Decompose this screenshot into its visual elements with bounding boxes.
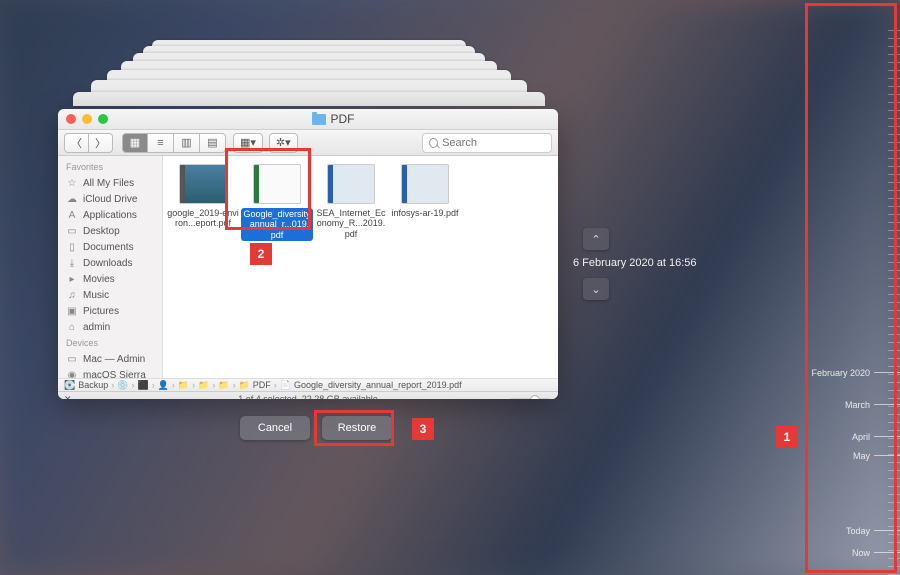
file-label: SEA_Internet_Economy_R...2019.pdf xyxy=(315,208,387,239)
file-thumb xyxy=(327,164,375,204)
sidebar-item-applications[interactable]: AApplications xyxy=(58,207,162,223)
cancel-button[interactable]: Cancel xyxy=(240,416,310,440)
disk-icon: 💽 xyxy=(64,380,75,391)
path-folder-icon[interactable]: 📁 xyxy=(218,380,229,391)
sidebar-item-admin[interactable]: ⌂admin xyxy=(58,319,162,335)
documents-icon: ▯ xyxy=(66,241,78,253)
arrange-button[interactable]: ▦▾ xyxy=(233,133,263,153)
status-bar: ✕ 1 of 4 selected, 22,28 GB available xyxy=(58,391,558,399)
timeline-label[interactable]: Now xyxy=(852,548,870,558)
path-folder-icon[interactable]: 📁 xyxy=(178,380,189,391)
annotation-num-3: 3 xyxy=(412,418,434,440)
timeline-down-button[interactable]: ⌄ xyxy=(583,278,609,300)
star-icon: ☆ xyxy=(66,177,78,189)
file-item-selected[interactable]: Google_diversity_annual_r...019.pdf xyxy=(241,164,313,241)
sidebar-item-all-my-files[interactable]: ☆All My Files xyxy=(58,175,162,191)
file-thumb xyxy=(401,164,449,204)
annotation-num-1: 1 xyxy=(776,426,798,448)
path-segment[interactable]: Google_diversity_annual_report_2019.pdf xyxy=(294,380,462,390)
search-box[interactable] xyxy=(422,133,552,153)
desktop-icon: ▭ xyxy=(66,225,78,237)
folder-icon xyxy=(312,114,326,125)
path-disk-icon[interactable]: 💿 xyxy=(117,380,128,391)
view-switcher: ▦ ≡ ▥ ▤ xyxy=(122,133,226,153)
home-icon: ⌂ xyxy=(66,321,78,333)
sidebar-item-desktop[interactable]: ▭Desktop xyxy=(58,223,162,239)
snapshot-timestamp: 6 February 2020 at 16:56 xyxy=(573,257,697,269)
file-item[interactable]: google_2019-environ...eport.pdf xyxy=(167,164,239,229)
path-segment[interactable]: PDF xyxy=(253,380,271,390)
file-label: google_2019-environ...eport.pdf xyxy=(167,208,239,229)
path-user-icon[interactable]: 👤 xyxy=(158,380,169,391)
downloads-icon: ⤓ xyxy=(66,257,78,269)
disk-icon: ◉ xyxy=(66,369,78,378)
file-label: infosys-ar-19.pdf xyxy=(389,208,461,218)
apps-icon: A xyxy=(66,209,78,221)
close-icon[interactable] xyxy=(66,114,76,124)
restore-button[interactable]: Restore xyxy=(322,416,392,440)
forward-button[interactable]: 〉 xyxy=(89,133,113,153)
sidebar-head-devices: Devices xyxy=(58,335,162,351)
cloud-icon: ☁ xyxy=(66,193,78,205)
path-hd-icon[interactable]: ⬛ xyxy=(137,380,148,391)
zoom-slider[interactable] xyxy=(510,398,550,400)
music-icon: ♫ xyxy=(66,289,78,301)
timeline-label[interactable]: Today xyxy=(846,526,870,536)
file-item[interactable]: SEA_Internet_Economy_R...2019.pdf xyxy=(315,164,387,239)
timeline-label[interactable]: May xyxy=(853,451,870,461)
minimize-icon[interactable] xyxy=(82,114,92,124)
timeline-scrubber[interactable]: February 2020 March April May Today Now xyxy=(808,0,900,575)
file-grid: google_2019-environ...eport.pdf Google_d… xyxy=(163,156,558,378)
path-folder-icon[interactable]: 📁 xyxy=(239,380,250,391)
titlebar: PDF xyxy=(58,109,558,130)
traffic-lights xyxy=(66,114,108,124)
path-bar[interactable]: 💽 Backup ›💿 ›⬛ ›👤 ›📁 ›📁 ›📁 ›📁 PDF ›📄 Goo… xyxy=(58,378,558,391)
timeline-label[interactable]: April xyxy=(852,432,870,442)
coverflow-view-button[interactable]: ▤ xyxy=(200,133,226,153)
action-button[interactable]: ✲▾ xyxy=(269,133,298,153)
pictures-icon: ▣ xyxy=(66,305,78,317)
file-thumb xyxy=(253,164,301,204)
search-input[interactable] xyxy=(442,137,545,149)
back-button[interactable]: 〈 xyxy=(64,133,89,153)
icon-view-button[interactable]: ▦ xyxy=(122,133,148,153)
path-folder-icon[interactable]: 📁 xyxy=(198,380,209,391)
sidebar-item-pictures[interactable]: ▣Pictures xyxy=(58,303,162,319)
sidebar-item-mac-admin[interactable]: ▭Mac — Admin xyxy=(58,351,162,367)
status-text: 1 of 4 selected, 22,28 GB available xyxy=(238,394,378,399)
sidebar-item-macos-sierra[interactable]: ◉macOS Sierra xyxy=(58,367,162,378)
path-segment[interactable]: Backup xyxy=(78,380,108,390)
sidebar-head-favorites: Favorites xyxy=(58,159,162,175)
sidebar-item-music[interactable]: ♫Music xyxy=(58,287,162,303)
action-buttons: Cancel Restore xyxy=(240,416,392,440)
timeline-label[interactable]: February 2020 xyxy=(811,368,870,378)
timeline-up-button[interactable]: ⌃ xyxy=(583,228,609,250)
sidebar-item-downloads[interactable]: ⤓Downloads xyxy=(58,255,162,271)
file-thumb xyxy=(179,164,227,204)
movies-icon: ▸ xyxy=(66,273,78,285)
toolbar: 〈 〉 ▦ ≡ ▥ ▤ ▦▾ ✲▾ xyxy=(58,130,558,156)
finder-window: PDF 〈 〉 ▦ ≡ ▥ ▤ ▦▾ ✲▾ Favorites ☆All My … xyxy=(58,109,558,399)
window-title: PDF xyxy=(108,112,558,126)
annotation-num-2: 2 xyxy=(250,243,272,265)
column-view-button[interactable]: ▥ xyxy=(174,133,200,153)
sidebar: Favorites ☆All My Files ☁iCloud Drive AA… xyxy=(58,156,163,378)
computer-icon: ▭ xyxy=(66,353,78,365)
timeline-label[interactable]: March xyxy=(845,400,870,410)
window-title-text: PDF xyxy=(331,112,355,126)
search-icon xyxy=(429,138,438,148)
list-view-button[interactable]: ≡ xyxy=(148,133,174,153)
file-label: Google_diversity_annual_r...019.pdf xyxy=(241,208,313,241)
close-x-icon[interactable]: ✕ xyxy=(64,394,72,400)
sidebar-item-documents[interactable]: ▯Documents xyxy=(58,239,162,255)
sidebar-item-movies[interactable]: ▸Movies xyxy=(58,271,162,287)
file-item[interactable]: infosys-ar-19.pdf xyxy=(389,164,461,218)
nav-buttons: 〈 〉 xyxy=(64,133,113,153)
sidebar-item-icloud[interactable]: ☁iCloud Drive xyxy=(58,191,162,207)
zoom-icon[interactable] xyxy=(98,114,108,124)
path-file-icon[interactable]: 📄 xyxy=(280,380,291,391)
